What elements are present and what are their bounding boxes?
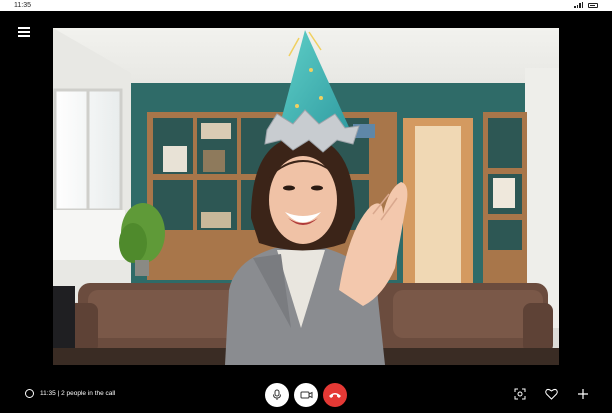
plus-icon: [578, 389, 588, 399]
like-button[interactable]: [544, 387, 558, 401]
heart-icon: [544, 388, 558, 400]
chat-bubble-icon[interactable]: [25, 389, 34, 398]
signal-icon: [574, 2, 583, 8]
battery-icon: [588, 2, 598, 8]
video-camera-icon: [300, 391, 312, 399]
call-controls-bar: 11:35 | 2 people in the call: [0, 370, 612, 413]
call-info: 11:35 | 2 people in the call: [25, 389, 115, 398]
hamburger-menu-icon[interactable]: [18, 27, 30, 37]
call-info-text: 11:35 | 2 people in the call: [40, 390, 116, 397]
camera-button[interactable]: [294, 383, 318, 407]
microphone-icon: [273, 389, 281, 400]
capture-button[interactable]: [513, 387, 527, 401]
participant-video: [53, 28, 559, 365]
capture-icon: [514, 388, 526, 400]
status-bar: 11:35: [0, 0, 612, 11]
end-call-button[interactable]: [323, 383, 347, 407]
add-button[interactable]: [576, 387, 590, 401]
microphone-button[interactable]: [265, 383, 289, 407]
status-icons: [574, 2, 598, 8]
video-feed: [53, 28, 559, 365]
status-time: 11:35: [14, 2, 31, 9]
phone-hangup-icon: [329, 393, 341, 398]
